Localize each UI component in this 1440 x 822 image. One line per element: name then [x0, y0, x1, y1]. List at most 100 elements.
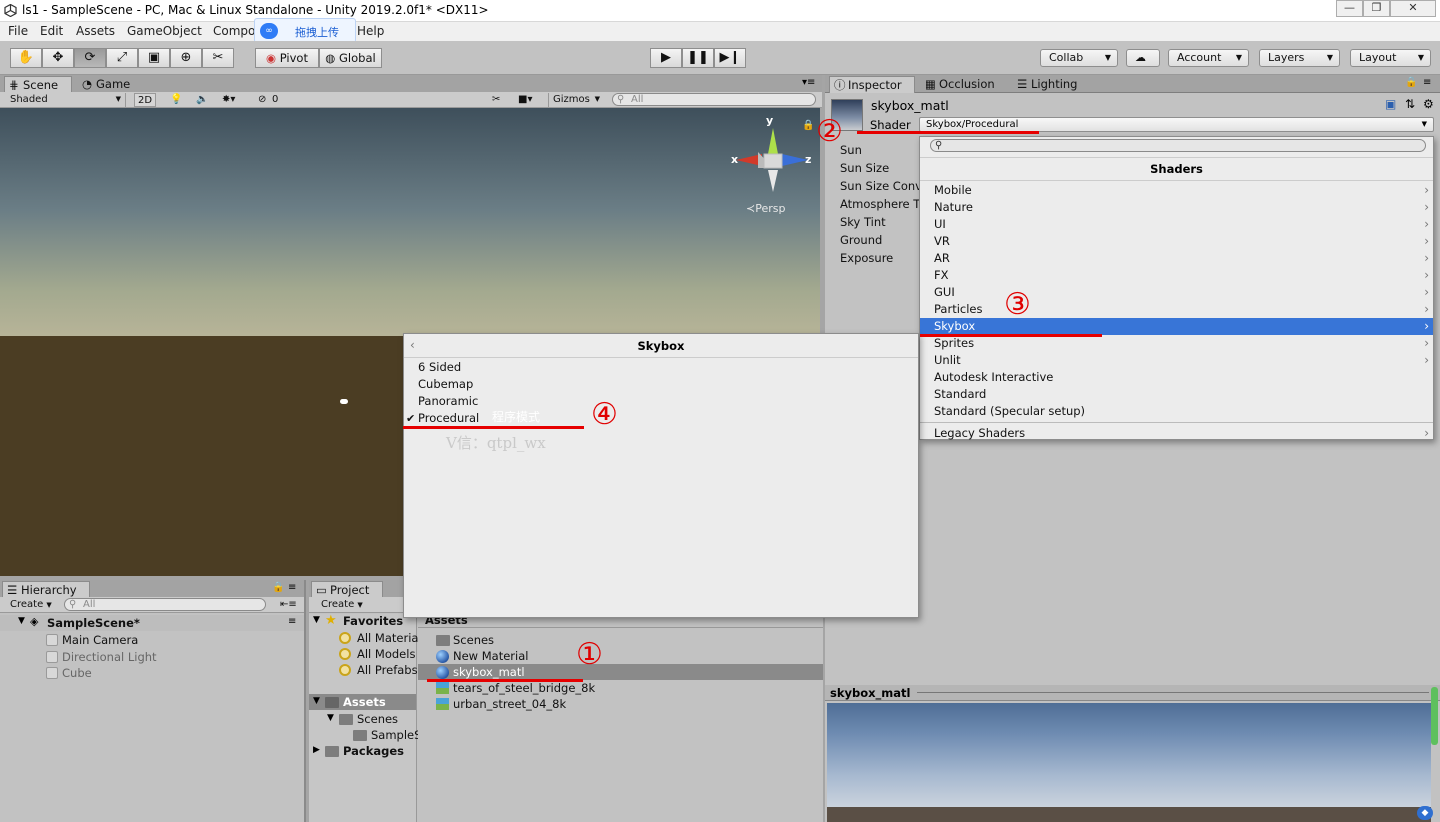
rotate-tool-button[interactable]: ⟳ — [74, 48, 106, 68]
shader-menu-item[interactable]: FX › — [920, 267, 1433, 284]
tab-game[interactable]: ◔ Game — [78, 76, 138, 93]
tab-lighting[interactable]: ☰ Lighting — [1013, 76, 1089, 93]
skybox-6sided-item[interactable]: 6 Sided — [404, 359, 918, 376]
maximize-button[interactable]: ❐ — [1363, 0, 1390, 17]
tab-hierarchy[interactable]: ☰ Hierarchy — [2, 581, 90, 598]
menu-component[interactable]: Compo — [213, 24, 255, 38]
preset-icon[interactable]: ⇅ — [1405, 97, 1415, 111]
audio-toggle-icon[interactable]: 🔈 — [196, 93, 208, 107]
effects-toggle-icon[interactable]: ✸▾ — [222, 93, 235, 107]
shader-menu-item[interactable]: Mobile › — [920, 182, 1433, 199]
layers-dropdown[interactable]: Layers ▼ — [1259, 49, 1340, 67]
chevron-right-icon: › — [1424, 234, 1429, 248]
shading-mode-dropdown[interactable]: Shaded ▼ — [4, 93, 126, 107]
panel-menu-icon[interactable]: ▾≡ — [802, 77, 815, 88]
hierarchy-create-dropdown[interactable]: Create ▼ — [4, 598, 58, 612]
expand-arrow-icon[interactable]: ▼ — [313, 615, 320, 625]
shader-menu-item[interactable]: GUI › — [920, 284, 1433, 301]
menu-gameobject[interactable]: GameObject — [127, 24, 202, 38]
shader-menu-item[interactable]: AR › — [920, 250, 1433, 267]
gizmos-dropdown[interactable]: Gizmos ▼ — [548, 93, 604, 107]
shader-menu-item[interactable]: Legacy Shaders › — [920, 425, 1433, 442]
shader-dropdown[interactable]: Skybox/Procedural ▼ — [919, 117, 1434, 132]
collab-dropdown[interactable]: Collab ▼ — [1040, 49, 1118, 67]
step-button[interactable]: ▶❙ — [714, 48, 746, 68]
project-content: Assets Scenes New Material skybox_matl t… — [418, 613, 823, 822]
scene-search-input[interactable]: ⚲ All — [612, 93, 816, 106]
layout-dropdown[interactable]: Layout ▼ — [1350, 49, 1431, 67]
expand-arrow-icon[interactable]: ▼ — [313, 696, 320, 706]
shader-menu-item[interactable]: Standard — [920, 386, 1433, 403]
skybox-preview-image[interactable] — [827, 703, 1431, 807]
preview-title: skybox_matl — [830, 686, 911, 700]
menu-edit[interactable]: Edit — [40, 24, 63, 38]
hand-tool-button[interactable]: ✋ — [10, 48, 42, 68]
shader-menu-item[interactable]: VR › — [920, 233, 1433, 250]
minimize-button[interactable]: — — [1336, 0, 1363, 17]
tools-icon[interactable]: ✂ — [492, 93, 500, 107]
transform-tool-button[interactable]: ⊕ — [170, 48, 202, 68]
scene-control-bar: Shaded ▼ 2D 💡 🔈 ✸▾ ⊘ 0 ✂ ■▾ Gizmos ▼ ⚲ All — [0, 92, 822, 108]
skybox-cubemap-item[interactable]: Cubemap — [404, 376, 918, 393]
shader-menu-item[interactable]: Sprites › — [920, 335, 1433, 352]
shader-menu-item[interactable]: Unlit › — [920, 352, 1433, 369]
rect-tool-button[interactable]: ▣ — [138, 48, 170, 68]
scale-tool-button[interactable]: ⤢ — [106, 48, 138, 68]
close-button[interactable]: ✕ — [1390, 0, 1436, 17]
tab-occlusion[interactable]: ▦ Occlusion — [921, 76, 1005, 93]
pivot-button[interactable]: ◉ Pivot — [255, 48, 319, 68]
camera-icon[interactable]: ■▾ — [518, 93, 532, 107]
upload-drag-button[interactable]: ∞ 拖拽上传 — [254, 18, 356, 43]
panel-menu-icon[interactable]: ≡ — [1423, 77, 1431, 88]
shader-menu-item[interactable]: Skybox › — [920, 318, 1433, 335]
scene-tab-strip: ⋕ Scene ◔ Game ▾≡ — [0, 75, 822, 93]
custom-tool-button[interactable]: ✂ — [202, 48, 234, 68]
material-preview-panel: skybox_matl ◆ — [825, 685, 1440, 822]
chevron-down-icon: ▼ — [1235, 53, 1242, 62]
pause-button[interactable]: ❚❚ — [682, 48, 714, 68]
menu-help[interactable]: Help — [357, 24, 384, 38]
scene-menu-icon[interactable]: ≡ — [288, 616, 296, 627]
asset-label-icon[interactable]: ◆ — [1417, 806, 1433, 820]
menu-assets[interactable]: Assets — [76, 24, 115, 38]
filter-icon[interactable]: ⇤≡ — [280, 598, 297, 612]
expand-arrow-icon[interactable]: ▼ — [18, 616, 25, 626]
move-tool-button[interactable]: ✥ — [42, 48, 74, 68]
expand-arrow-icon[interactable]: ▶ — [313, 745, 320, 755]
shader-search-input[interactable]: ⚲ — [930, 139, 1426, 152]
tab-project[interactable]: ▭ Project — [311, 581, 383, 598]
skybox-sky — [0, 108, 820, 336]
asset-skybox-matl[interactable]: skybox_matl — [418, 664, 823, 680]
hierarchy-search-input[interactable]: ⚲ All — [64, 598, 266, 611]
hidden-objects-icon[interactable]: ⊘ — [258, 93, 266, 107]
2d-toggle[interactable]: 2D — [134, 93, 156, 107]
gear-icon[interactable]: ⚙ — [1423, 97, 1434, 111]
lock-icon[interactable]: 🔒 — [272, 582, 284, 593]
tab-hierarchy-label: Hierarchy — [21, 583, 77, 597]
tab-inspector[interactable]: ⓘ Inspector — [829, 76, 915, 93]
shader-menu-item[interactable]: Standard (Specular setup) — [920, 403, 1433, 420]
skybox-panoramic-item[interactable]: Panoramic — [404, 393, 918, 410]
lock-icon[interactable]: 🔒 — [1405, 77, 1417, 88]
global-button[interactable]: ◍ Global — [319, 48, 382, 68]
shader-menu-item[interactable]: Particles › — [920, 301, 1433, 318]
orientation-gizmo-icon[interactable] — [728, 116, 814, 196]
cloud-services-button[interactable]: ☁ — [1126, 49, 1160, 67]
help-icon[interactable]: ▣ — [1385, 97, 1396, 111]
tab-scene[interactable]: ⋕ Scene — [4, 76, 72, 93]
project-create-dropdown[interactable]: Create ▼ — [315, 598, 369, 612]
shader-menu-item[interactable]: UI › — [920, 216, 1433, 233]
expand-arrow-icon[interactable]: ▼ — [327, 713, 334, 723]
shader-menu-item[interactable]: Nature › — [920, 199, 1433, 216]
lighting-toggle-icon[interactable]: 💡 — [170, 93, 182, 107]
persp-toggle[interactable]: ≺Persp — [746, 202, 785, 215]
skybox-procedural-item[interactable]: ✔ Procedural — [404, 410, 918, 427]
shader-menu-item[interactable]: Autodesk Interactive — [920, 369, 1433, 386]
tree-assets-row[interactable]: ▼ Assets — [309, 694, 416, 710]
menu-file[interactable]: File — [8, 24, 28, 38]
account-dropdown[interactable]: Account ▼ — [1168, 49, 1249, 67]
play-button[interactable]: ▶ — [650, 48, 682, 68]
preview-scrollbar[interactable] — [1431, 687, 1438, 745]
panel-menu-icon[interactable]: ≡ — [288, 582, 296, 593]
scene-row[interactable]: ▼ ◈ SampleScene* ≡ — [0, 615, 304, 631]
